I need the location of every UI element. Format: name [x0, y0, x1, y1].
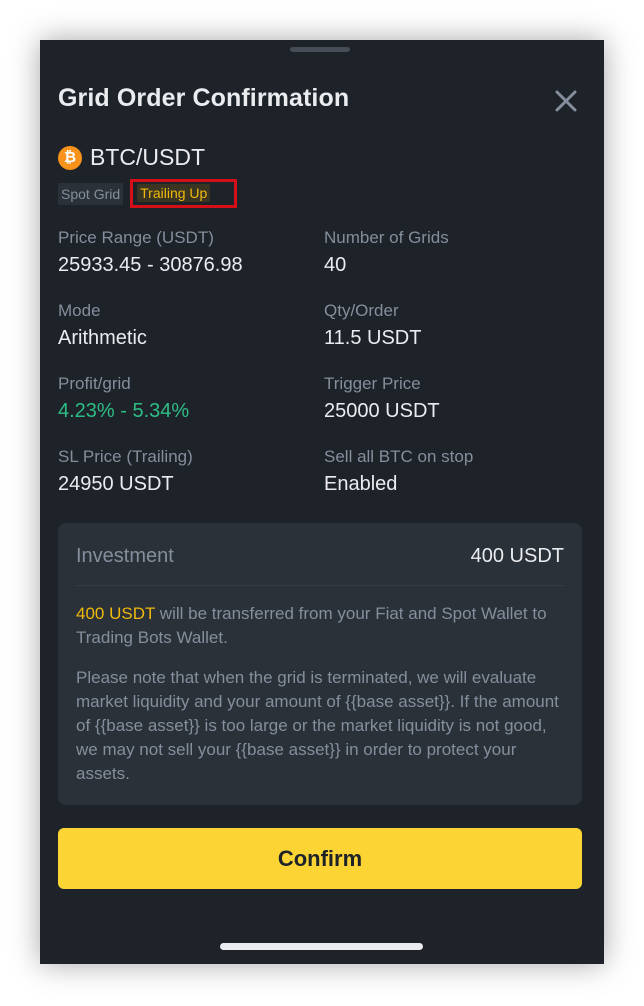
- sl-price-label: SL Price (Trailing): [58, 447, 193, 466]
- home-indicator: [220, 943, 423, 950]
- sell-all-on-stop-label: Sell all BTC on stop: [324, 447, 474, 466]
- trigger-price: Trigger Price 25000 USDT: [324, 374, 440, 423]
- price-range-value: 25933.45 - 30876.98: [58, 254, 243, 276]
- sl-price: SL Price (Trailing) 24950 USDT: [58, 447, 193, 496]
- termination-note: Please note that when the grid is termin…: [76, 668, 559, 783]
- profit-per-grid-value: 4.23% - 5.34%: [58, 400, 190, 422]
- sl-price-value: 24950 USDT: [58, 473, 174, 495]
- investment-label: Investment: [76, 545, 174, 567]
- qty-order: Qty/Order 11.5 USDT: [324, 301, 421, 350]
- drag-handle[interactable]: [290, 47, 350, 52]
- price-range: Price Range (USDT) 25933.45 - 30876.98: [58, 228, 243, 277]
- confirm-button[interactable]: Confirm: [58, 828, 582, 889]
- number-of-grids-value: 40: [324, 254, 347, 276]
- investment-value: 400 USDT: [470, 545, 564, 567]
- divider: [76, 585, 564, 586]
- qty-order-value: 11.5 USDT: [324, 327, 422, 349]
- mode-value: Arithmetic: [58, 327, 147, 349]
- profit-per-grid: Profit/grid 4.23% - 5.34%: [58, 374, 189, 423]
- spot-grid-tag: Spot Grid: [58, 182, 124, 205]
- number-of-grids: Number of Grids 40: [324, 228, 449, 277]
- strategy-tags: Spot Grid Trailing Up: [58, 179, 238, 208]
- confirmation-sheet: Grid Order Confirmation ₿ BTC/USDT Spot …: [40, 40, 604, 964]
- sell-all-on-stop-value: Enabled: [324, 473, 398, 495]
- number-of-grids-label: Number of Grids: [324, 228, 449, 247]
- trigger-price-value: 25000 USDT: [324, 400, 440, 422]
- trading-pair: ₿ BTC/USDT: [58, 144, 205, 171]
- close-icon[interactable]: [553, 88, 579, 114]
- profit-per-grid-label: Profit/grid: [58, 374, 131, 393]
- transfer-amount: 400 USDT: [76, 604, 156, 623]
- trailing-up-tag: Trailing Up: [137, 184, 211, 202]
- pair-name: BTC/USDT: [90, 144, 205, 170]
- qty-order-label: Qty/Order: [324, 301, 399, 320]
- transfer-note: 400 USDT will be transferred from your F…: [76, 602, 566, 650]
- sell-all-on-stop: Sell all BTC on stop Enabled: [324, 447, 473, 496]
- price-range-label: Price Range (USDT): [58, 228, 214, 247]
- dialog-title: Grid Order Confirmation: [58, 84, 350, 112]
- trailing-tag-highlight: Trailing Up: [130, 179, 238, 208]
- bitcoin-icon: ₿: [58, 145, 82, 170]
- investment-card: Investment 400 USDT 400 USDT will be tra…: [58, 523, 582, 805]
- mode-label: Mode: [58, 301, 101, 320]
- mode: Mode Arithmetic: [58, 301, 147, 350]
- trigger-price-label: Trigger Price: [324, 374, 421, 393]
